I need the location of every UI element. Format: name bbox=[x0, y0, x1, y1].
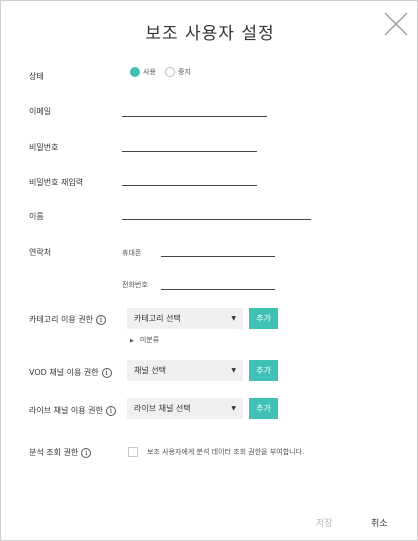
vod-channel-select[interactable]: 채널 선택 ▼ bbox=[127, 360, 243, 381]
vod-select-value: 채널 선택 bbox=[134, 366, 166, 375]
analytics-permission-description: 보조 사용자에게 분석 데이터 조회 권한을 부여합니다. bbox=[147, 448, 305, 456]
analytics-permission-label: 분석 조회 권한 i bbox=[29, 447, 92, 458]
email-field[interactable] bbox=[122, 116, 267, 117]
analytics-permission-text: 분석 조회 권한 bbox=[29, 448, 79, 457]
password-confirm-field[interactable] bbox=[122, 185, 257, 186]
category-tree-label: 미분류 bbox=[139, 336, 160, 344]
add-vod-channel-button[interactable]: 추가 bbox=[249, 360, 278, 381]
mobile-label: 휴대폰 bbox=[122, 249, 142, 257]
category-select[interactable]: 카테고리 선택 ▼ bbox=[127, 308, 243, 329]
status-radio-active[interactable]: 사용 bbox=[130, 67, 156, 77]
save-button[interactable]: 저장 bbox=[316, 516, 333, 529]
category-select-value: 카테고리 선택 bbox=[134, 314, 181, 323]
chevron-down-icon: ▼ bbox=[231, 405, 236, 412]
password-label: 비밀번호 bbox=[29, 143, 59, 152]
add-live-channel-button[interactable]: 추가 bbox=[249, 398, 278, 419]
mobile-field[interactable] bbox=[161, 256, 275, 257]
status-option-label: 중지 bbox=[178, 68, 191, 76]
vod-permission-label: VOD 채널 이용 권한 i bbox=[29, 367, 112, 378]
info-icon[interactable]: i bbox=[105, 405, 116, 416]
chevron-down-icon: ▼ bbox=[231, 315, 236, 322]
sub-user-settings-dialog: 보조 사용자 설정 상태 사용 중지 이메일 비밀번호 비밀번호 재입력 이름 … bbox=[0, 0, 418, 541]
info-icon[interactable]: i bbox=[95, 314, 106, 325]
category-permission-text: 카테고리 이용 권한 bbox=[29, 315, 93, 324]
name-field[interactable] bbox=[122, 219, 311, 220]
radio-checked-icon bbox=[130, 67, 140, 77]
status-radio-stopped[interactable]: 중지 bbox=[165, 67, 191, 77]
radio-unchecked-icon bbox=[165, 67, 175, 77]
live-channel-select[interactable]: 라이브 채널 선택 ▼ bbox=[127, 398, 243, 419]
name-label: 이름 bbox=[29, 212, 44, 221]
cancel-button[interactable]: 취소 bbox=[371, 516, 388, 529]
info-icon[interactable]: i bbox=[81, 447, 92, 458]
vod-permission-text: VOD 채널 이용 권한 bbox=[29, 368, 99, 377]
password-confirm-label: 비밀번호 재입력 bbox=[29, 178, 84, 187]
contact-label: 연락처 bbox=[29, 248, 52, 257]
info-icon[interactable]: i bbox=[101, 367, 112, 378]
close-icon[interactable] bbox=[382, 10, 410, 38]
category-permission-label: 카테고리 이용 권한 i bbox=[29, 314, 106, 325]
email-label: 이메일 bbox=[29, 107, 52, 116]
password-field[interactable] bbox=[122, 151, 257, 152]
triangle-right-icon[interactable]: ▶ bbox=[130, 338, 134, 344]
phone-field[interactable] bbox=[161, 289, 275, 290]
status-option-label: 사용 bbox=[143, 68, 156, 76]
phone-label: 전화번호 bbox=[122, 281, 148, 289]
live-permission-label: 라이브 채널 이용 권한 i bbox=[29, 405, 116, 416]
live-select-value: 라이브 채널 선택 bbox=[134, 404, 191, 413]
add-category-button[interactable]: 추가 bbox=[249, 308, 278, 329]
dialog-title: 보조 사용자 설정 bbox=[145, 24, 275, 44]
analytics-permission-checkbox[interactable] bbox=[128, 447, 138, 457]
live-permission-text: 라이브 채널 이용 권한 bbox=[29, 406, 103, 415]
chevron-down-icon: ▼ bbox=[231, 367, 236, 374]
status-label: 상태 bbox=[29, 72, 44, 81]
category-tree-item[interactable]: ▶ 미분류 bbox=[130, 335, 159, 345]
